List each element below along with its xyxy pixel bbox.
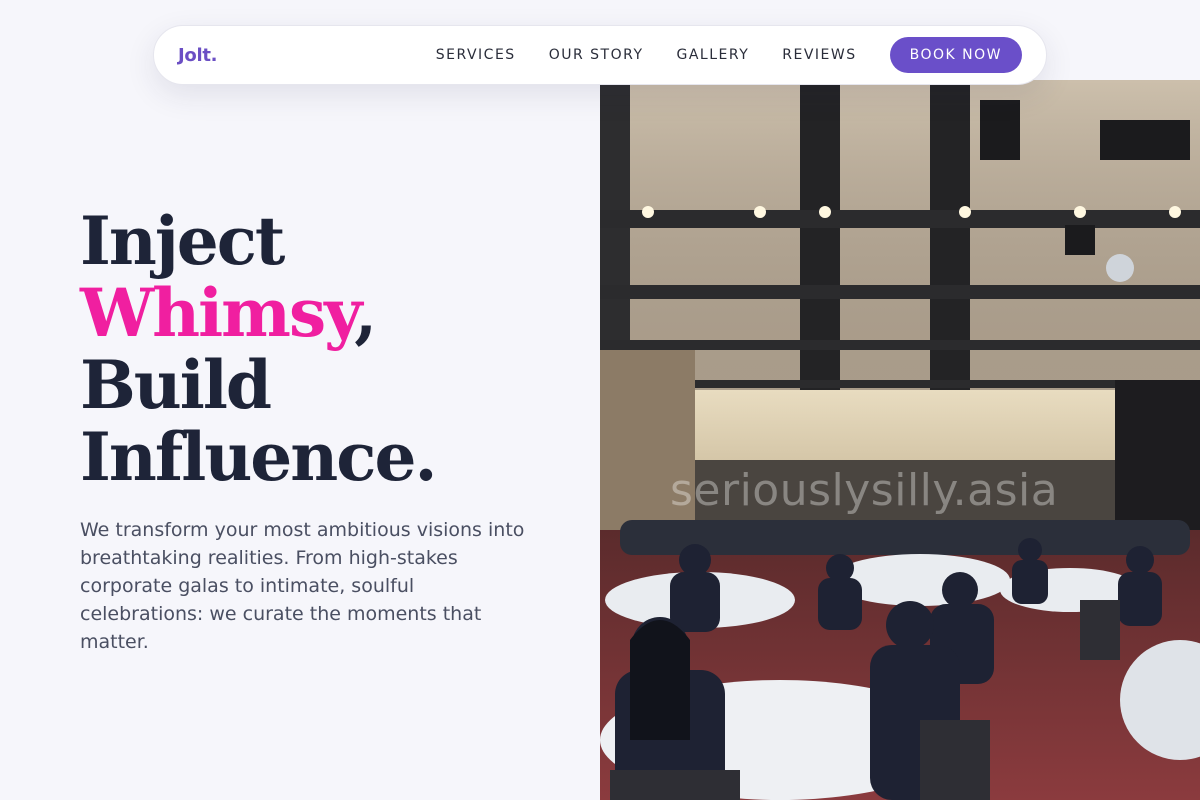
photo-watermark: seriouslysilly.asia [670,465,1059,516]
nav-link-reviews[interactable]: REVIEWS [782,47,856,63]
brand-logo[interactable]: Jolt. [178,45,217,66]
navbar: Jolt. SERVICES OUR STORY GALLERY REVIEWS… [153,25,1047,85]
hero-title-line-2: Whimsy, [80,277,580,349]
hero-title: Inject Whimsy, Build Influence. [80,205,580,493]
nav-link-gallery[interactable]: GALLERY [677,47,750,63]
hero-title-accent: Whimsy [80,274,356,352]
hero-title-line-3: Build [80,346,272,424]
hero-description: We transform your most ambitious visions… [80,519,525,653]
nav-links: SERVICES OUR STORY GALLERY REVIEWS BOOK … [436,37,1022,73]
hero-title-line-1: Inject [80,202,285,280]
nav-link-our-story[interactable]: OUR STORY [549,47,644,63]
nav-link-services[interactable]: SERVICES [436,47,516,63]
book-now-button[interactable]: BOOK NOW [889,37,1022,73]
hero-title-comma: , [354,274,377,352]
hero-photo-ballroom: seriouslysilly.asia [600,80,1200,800]
ballroom-illustration [600,80,1200,800]
hero-title-line-4: Influence. [80,418,437,496]
